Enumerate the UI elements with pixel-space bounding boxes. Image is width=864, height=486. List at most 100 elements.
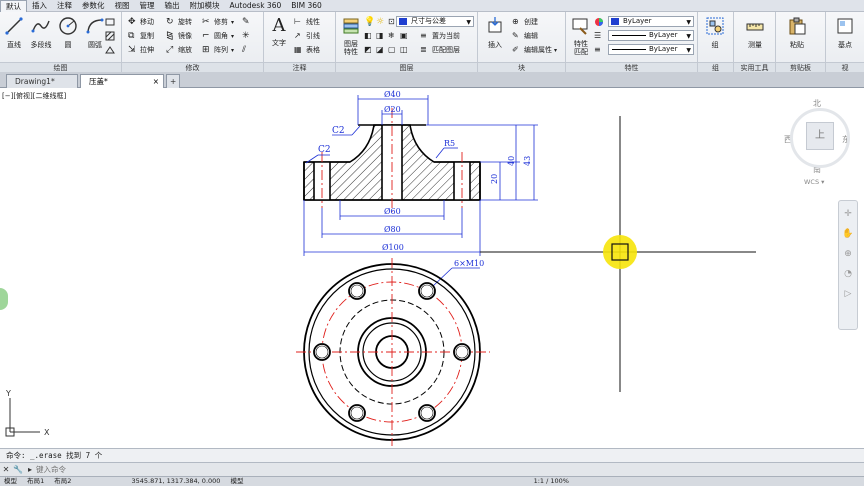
tab-default[interactable]: 默认 [0, 0, 27, 12]
panel-groups-title[interactable]: 组 [698, 62, 733, 72]
ucs-y-label: Y [5, 389, 11, 398]
panel-properties-title[interactable]: 特性 [566, 62, 697, 72]
table-button[interactable]: ▦ 表格 [294, 44, 320, 56]
panel-modify-title[interactable]: 修改 [122, 62, 263, 72]
color-dropdown[interactable]: ByLayer ▼ [608, 16, 694, 27]
close-icon[interactable]: × [153, 75, 159, 88]
linetype-dropdown[interactable]: ByLayer ▼ [608, 44, 694, 55]
rectangle-button[interactable] [105, 16, 117, 28]
model-space-button[interactable]: 模型 [231, 477, 244, 485]
plus-icon: + [170, 77, 177, 86]
close-icon[interactable]: ✕ [0, 464, 12, 476]
steering-wheel-icon[interactable]: ✛ [839, 209, 857, 219]
panel-annotation-title[interactable]: 注释 [264, 62, 335, 72]
line-button[interactable]: 直线 [1, 16, 27, 50]
tab-output[interactable]: 输出 [160, 0, 185, 12]
mirror-button[interactable]: ⧎ 镜像 [166, 30, 192, 42]
new-tab-button[interactable]: + [166, 74, 180, 88]
edit-block-icon: ✎ [512, 31, 519, 40]
insert-button[interactable]: 插入 [482, 16, 508, 50]
drawing-viewport[interactable]: Ø40 Ø20 Ø60 Ø80 Ø100 C2 C2 R5 6×M10 43 4… [0, 88, 864, 448]
edit-attributes-button[interactable]: ✐ 编辑属性 ▾ [512, 44, 557, 56]
tab-bim-360[interactable]: BIM 360 [286, 0, 327, 12]
orbit-icon[interactable]: ◔ [839, 269, 857, 279]
group-button[interactable]: 组 [702, 16, 728, 50]
tab-parametric[interactable]: 参数化 [77, 0, 110, 12]
polyline-icon [31, 20, 50, 33]
boundary-button[interactable] [105, 44, 117, 56]
panel-modify: ✥ 移动 ↻ 旋转 ✂ 修剪 ▾ ⧉ 复制 ⧎ 镜像 ⌐ 圆角 ▾ ⇲ 拉伸 ⤢ 缩放 ⊞ 阵列 ▾ ✎… [122, 12, 264, 72]
panel-utilities-title[interactable]: 实用工具 [734, 62, 775, 72]
hatch-button[interactable] [105, 30, 117, 42]
table-icon: ▦ [294, 45, 302, 54]
wrench-icon[interactable]: 🔧 [12, 464, 24, 476]
layout-tab-model[interactable]: 模型 [4, 477, 17, 485]
edit-block-button[interactable]: ✎ 编辑 [512, 30, 538, 42]
create-block-button[interactable]: ⊕ 创建 [512, 16, 538, 28]
command-input[interactable] [36, 463, 636, 476]
dim-holes: 6×M10 [454, 259, 484, 268]
lineweight-dropdown[interactable]: ByLayer ▼ [608, 30, 694, 41]
trim-icon: ✂ [202, 17, 210, 27]
panel-draw-title[interactable]: 绘图 [0, 62, 121, 72]
lineweight-icon-wrap: ☰ [594, 30, 606, 42]
circle-button[interactable]: 圆 [55, 16, 81, 50]
circle-icon [59, 17, 77, 35]
doc-tab-yagai[interactable]: 压盖* × [80, 74, 164, 88]
polyline-button[interactable]: 多段线 [28, 16, 54, 50]
match-properties-button[interactable]: 特性 匹配 [568, 16, 594, 56]
layer-tools-row-1[interactable]: ◧ ◨ ❄ ▣ [364, 30, 412, 42]
trim-button[interactable]: ✂ 修剪 ▾ [202, 16, 234, 28]
tab-manage[interactable]: 管理 [135, 0, 160, 12]
viewcube[interactable]: 北 西 东 南 上 WCS ▾ [780, 96, 860, 191]
base-button[interactable]: 基点 [832, 16, 858, 50]
erase-button[interactable]: ✎ [242, 16, 254, 28]
copy-button[interactable]: ⧉ 复制 [128, 30, 154, 42]
panel-layers-title[interactable]: 图层 [336, 62, 477, 72]
array-button[interactable]: ⊞ 阵列 ▾ [202, 44, 234, 56]
tab-addins[interactable]: 附加模块 [185, 0, 225, 12]
color-swatch [611, 18, 619, 25]
leader-button[interactable]: ↗ 引线 [294, 30, 320, 42]
viewcube-wcs[interactable]: WCS ▾ [804, 178, 824, 186]
viewcube-face-top[interactable]: 上 [806, 122, 834, 150]
offset-button[interactable]: ⫽ [242, 44, 254, 56]
layer-state-icons[interactable]: 💡 ☼ ⊡ [364, 16, 400, 28]
measure-button[interactable]: 测量 [742, 16, 768, 50]
stretch-button[interactable]: ⇲ 拉伸 [128, 44, 154, 56]
layer-dropdown[interactable]: 尺寸与公差 ▼ [396, 16, 474, 27]
explode-button[interactable]: ✳ [242, 30, 254, 42]
text-button[interactable]: A 文字 [266, 16, 292, 48]
linear-dim-button[interactable]: ⊢ 线性 [294, 16, 320, 28]
panel-block-title[interactable]: 块 [478, 62, 565, 72]
layer-tools-row-2[interactable]: ◩ ◪ ▢ ◫ [364, 44, 412, 56]
move-button[interactable]: ✥ 移动 [128, 16, 154, 28]
tab-autodesk-360[interactable]: Autodesk 360 [225, 0, 287, 12]
fillet-button[interactable]: ⌐ 圆角 ▾ [202, 30, 234, 42]
set-current-button[interactable]: ≡ 置为当前 [420, 30, 460, 42]
panel-clipboard-title[interactable]: 剪贴板 [776, 62, 825, 72]
showmotion-icon[interactable]: ▷ [839, 289, 857, 299]
sun-icon: ☼ [376, 17, 385, 27]
panel-view-title[interactable]: 视 [826, 62, 864, 72]
dim-d100: Ø100 [382, 243, 404, 252]
tab-insert[interactable]: 插入 [27, 0, 52, 12]
pan-icon[interactable]: ✋ [839, 229, 857, 239]
tab-view[interactable]: 视图 [110, 0, 135, 12]
rectangle-icon [105, 18, 115, 26]
tab-annotate[interactable]: 注释 [52, 0, 77, 12]
paste-button[interactable]: 粘贴 [784, 16, 810, 50]
pencil-icon: ✎ [242, 17, 250, 27]
leader-icon: ↗ [294, 31, 301, 40]
match-layer-button[interactable]: ≣ 匹配图层 [420, 44, 460, 56]
annotation-scale[interactable]: 1:1 / 100% [534, 477, 569, 485]
scale-button[interactable]: ⤢ 缩放 [166, 44, 192, 56]
array-icon: ⊞ [202, 45, 210, 55]
rotate-button[interactable]: ↻ 旋转 [166, 16, 192, 28]
layer-properties-button[interactable]: 图层 特性 [338, 16, 364, 56]
layout-tab-1[interactable]: 布局1 [27, 477, 44, 485]
viewport-controls-label[interactable]: [−][俯视][二维线框] [2, 91, 66, 101]
doc-tab-drawing1[interactable]: Drawing1* [6, 74, 78, 88]
zoom-icon[interactable]: ⊕ [839, 249, 857, 259]
layout-tab-2[interactable]: 布局2 [54, 477, 71, 485]
